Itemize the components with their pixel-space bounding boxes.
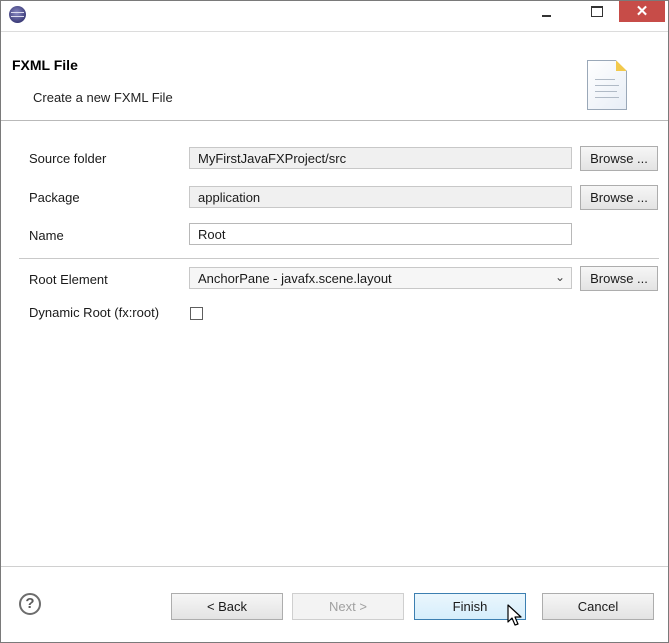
package-label: Package [29, 190, 80, 205]
wizard-header: FXML File Create a new FXML File [1, 32, 668, 121]
chevron-down-icon: ⌄ [554, 270, 565, 284]
wizard-window: ✕ FXML File Create a new FXML File Sourc… [0, 0, 669, 643]
form-divider [19, 258, 659, 259]
package-field[interactable]: application [189, 186, 572, 208]
maximize-button[interactable] [583, 1, 611, 23]
next-button[interactable]: Next > [292, 593, 404, 620]
source-folder-label: Source folder [29, 151, 107, 166]
title-bar: ✕ [1, 1, 668, 32]
back-button[interactable]: < Back [171, 593, 283, 620]
footer-divider [1, 566, 668, 567]
page-title: FXML File [12, 57, 78, 73]
close-button[interactable]: ✕ [619, 1, 665, 22]
root-element-label: Root Element [29, 272, 108, 287]
eclipse-icon [9, 6, 26, 23]
source-folder-field[interactable]: MyFirstJavaFXProject/src [189, 147, 572, 169]
dynamic-root-checkbox[interactable] [190, 307, 203, 320]
document-icon [587, 60, 627, 110]
name-field[interactable]: Root [189, 223, 572, 245]
minimize-button[interactable] [533, 1, 561, 23]
root-element-value: AnchorPane - javafx.scene.layout [198, 271, 392, 286]
name-label: Name [29, 228, 64, 243]
mouse-cursor-icon [507, 604, 522, 626]
cancel-button[interactable]: Cancel [542, 593, 654, 620]
minimize-icon [542, 15, 551, 17]
maximize-icon [591, 6, 603, 17]
dynamic-root-label: Dynamic Root (fx:root) [29, 305, 160, 320]
package-browse-button[interactable]: Browse ... [580, 185, 658, 210]
help-icon[interactable]: ? [19, 593, 41, 615]
source-folder-browse-button[interactable]: Browse ... [580, 146, 658, 171]
page-description: Create a new FXML File [33, 90, 173, 105]
root-element-browse-button[interactable]: Browse ... [580, 266, 658, 291]
root-element-dropdown[interactable]: AnchorPane - javafx.scene.layout ⌄ [189, 267, 572, 289]
